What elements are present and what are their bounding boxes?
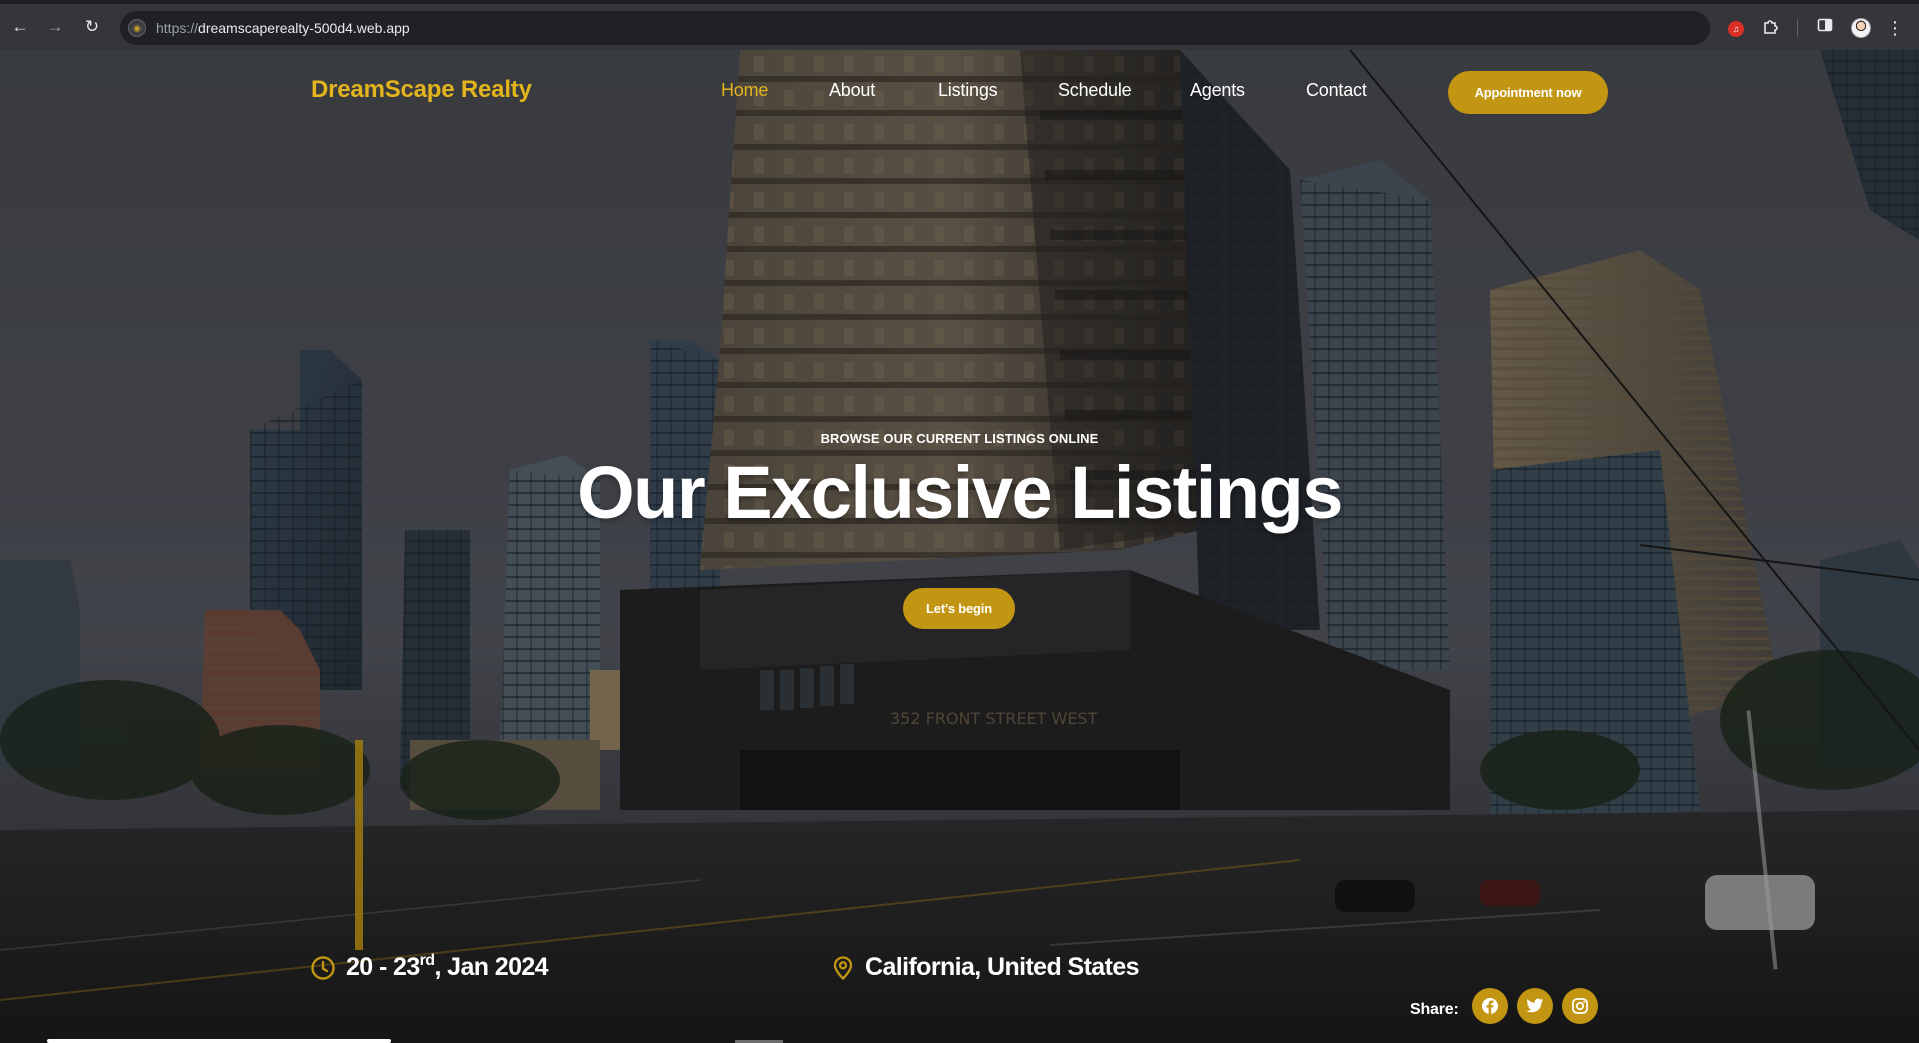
forward-icon[interactable]: →: [45, 17, 65, 37]
url-scheme: https://: [156, 20, 199, 36]
address-bar[interactable]: ◉ https://dreamscaperealty-500d4.web.app: [120, 11, 1710, 45]
location-text: California, United States: [865, 953, 1140, 981]
map-pin-icon: [833, 956, 853, 981]
nav-contact[interactable]: Contact: [1306, 80, 1367, 101]
hero-title: Our Exclusive Listings: [577, 451, 1343, 534]
nav-listings[interactable]: Listings: [938, 80, 998, 101]
twitter-icon[interactable]: [1517, 988, 1553, 1024]
side-panel-icon[interactable]: [1814, 17, 1836, 39]
clock-icon: [311, 956, 335, 980]
date-range: 20 - 23: [346, 953, 420, 981]
url-host: dreamscaperealty-500d4.web.app: [198, 20, 410, 36]
event-date: 20 - 23rd, Jan 2024: [310, 951, 610, 987]
hero-eyebrow: BROWSE OUR CURRENT LISTINGS ONLINE: [820, 431, 1099, 446]
profile-avatar[interactable]: [1851, 18, 1871, 38]
extensions-puzzle-icon[interactable]: [1760, 17, 1782, 39]
instagram-icon[interactable]: [1562, 988, 1598, 1024]
nav-home[interactable]: Home: [721, 80, 768, 101]
site-info-icon[interactable]: ◉: [128, 19, 146, 37]
back-icon[interactable]: ←: [10, 17, 30, 37]
nav-about[interactable]: About: [829, 80, 875, 101]
url-text[interactable]: https://dreamscaperealty-500d4.web.app: [156, 11, 410, 45]
reload-icon[interactable]: ↻: [82, 17, 102, 37]
browser-toolbar: ← → ↻ ◉ https://dreamscaperealty-500d4.w…: [0, 0, 1919, 50]
lets-begin-button[interactable]: Let's begin: [903, 588, 1015, 629]
share-label: Share:: [1410, 1001, 1459, 1018]
event-location: California, United States: [830, 951, 1190, 987]
hero-section: 352 FRONT STREET WEST DreamScape Realty …: [0, 50, 1919, 1043]
appointment-button[interactable]: Appointment now: [1448, 71, 1608, 114]
horizontal-scroll-indicator[interactable]: [47, 1039, 391, 1043]
hero-overlay: [0, 50, 1919, 1043]
brand-logo[interactable]: DreamScape Realty: [311, 76, 532, 104]
extension-badge-icon[interactable]: ♫: [1728, 21, 1744, 37]
nav-schedule[interactable]: Schedule: [1058, 80, 1132, 101]
date-ordinal: rd: [419, 952, 435, 969]
toolbar-divider: [1797, 19, 1798, 37]
nav-agents[interactable]: Agents: [1190, 80, 1245, 101]
kebab-menu-icon[interactable]: ⋮: [1884, 17, 1906, 39]
date-month-year: , Jan 2024: [434, 953, 548, 981]
facebook-icon[interactable]: [1472, 988, 1508, 1024]
